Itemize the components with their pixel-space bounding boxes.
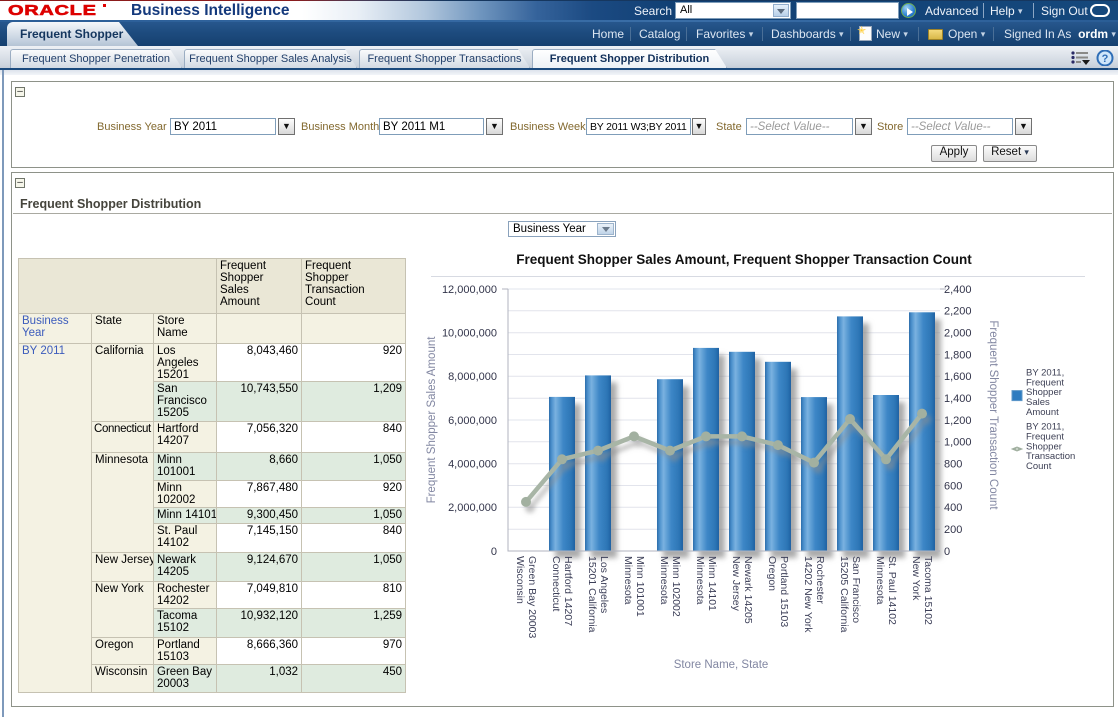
svg-text:1,000: 1,000	[944, 437, 972, 449]
svg-text:2,400: 2,400	[944, 284, 972, 296]
svg-text:400: 400	[944, 502, 962, 514]
svg-text:0: 0	[491, 546, 497, 558]
svg-text:Tacoma 15102: Tacoma 15102	[922, 556, 934, 625]
svg-text:15205 California: 15205 California	[838, 556, 850, 633]
svg-text:Frequent Shopper Transaction C: Frequent Shopper Transaction Count	[987, 320, 999, 510]
svg-text:1,400: 1,400	[944, 393, 972, 405]
svg-text:Oregon: Oregon	[766, 556, 778, 591]
svg-text:Minnesota: Minnesota	[658, 556, 670, 605]
svg-text:New York: New York	[910, 556, 922, 601]
svg-text:Rochester: Rochester	[814, 556, 826, 604]
svg-text:Portland 15103: Portland 15103	[778, 556, 790, 627]
svg-text:1,600: 1,600	[944, 371, 972, 383]
svg-text:10,000,000: 10,000,000	[442, 328, 497, 340]
svg-text:Minnesota: Minnesota	[622, 556, 634, 605]
svg-text:Hartford 14207: Hartford 14207	[562, 556, 574, 626]
svg-text:San Francisco: San Francisco	[850, 556, 862, 623]
svg-text:1,200: 1,200	[944, 415, 972, 427]
svg-text:6,000,000: 6,000,000	[448, 415, 497, 427]
svg-text:Minn 14101: Minn 14101	[706, 556, 718, 611]
svg-text:600: 600	[944, 480, 962, 492]
svg-text:Count: Count	[1026, 461, 1052, 472]
svg-text:4,000,000: 4,000,000	[448, 459, 497, 471]
svg-text:Green Bay 20003: Green Bay 20003	[526, 556, 538, 638]
svg-text:Minnesota: Minnesota	[874, 556, 886, 605]
svg-text:St. Paul 14102: St. Paul 14102	[886, 556, 898, 625]
svg-text:Wisconsin: Wisconsin	[514, 556, 526, 604]
svg-text:New Jersey: New Jersey	[730, 556, 742, 612]
svg-text:14202 New York: 14202 New York	[802, 556, 814, 633]
svg-text:Frequent Shopper Sales Amount,: Frequent Shopper Sales Amount, Frequent …	[516, 252, 972, 267]
svg-text:15201 California: 15201 California	[586, 556, 598, 633]
svg-text:Connecticut: Connecticut	[550, 556, 562, 612]
svg-text:12,000,000: 12,000,000	[442, 284, 497, 296]
svg-text:Los Angeles: Los Angeles	[598, 556, 610, 613]
svg-text:Amount: Amount	[1026, 407, 1059, 418]
svg-text:Newark 14205: Newark 14205	[742, 556, 754, 624]
svg-text:0: 0	[944, 546, 950, 558]
svg-text:8,000,000: 8,000,000	[448, 371, 497, 383]
svg-text:Frequent Shopper Sales Amount: Frequent Shopper Sales Amount	[426, 336, 438, 504]
svg-text:2,000,000: 2,000,000	[448, 502, 497, 514]
svg-text:1,800: 1,800	[944, 349, 972, 361]
svg-text:Minn 102002: Minn 102002	[670, 556, 682, 617]
svg-text:800: 800	[944, 459, 962, 471]
svg-text:2,000: 2,000	[944, 328, 972, 340]
svg-text:Minn 101001: Minn 101001	[634, 556, 646, 617]
svg-text:Store Name, State: Store Name, State	[674, 659, 769, 671]
svg-text:?: ?	[1102, 53, 1109, 65]
svg-text:200: 200	[944, 524, 962, 536]
svg-text:Minnesota: Minnesota	[694, 556, 706, 605]
svg-text:2,200: 2,200	[944, 306, 972, 318]
